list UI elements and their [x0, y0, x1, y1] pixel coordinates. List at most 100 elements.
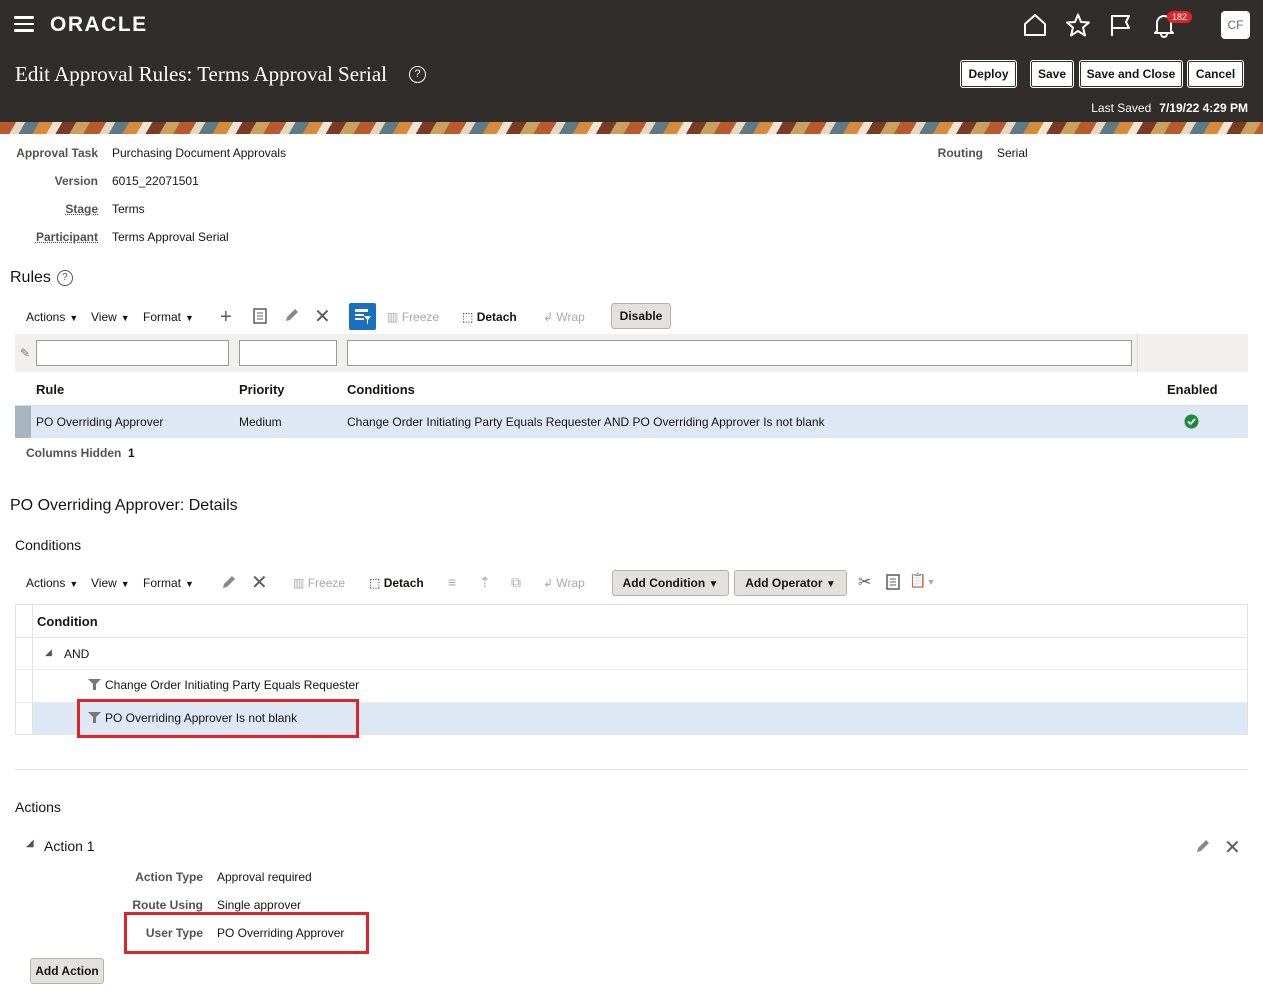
query-by-example-icon[interactable]	[349, 303, 376, 335]
conditions-detach-label: Detach	[383, 576, 424, 590]
chevron-down-icon: ▼	[120, 579, 130, 589]
wrap-icon: ↲	[543, 576, 554, 590]
add-condition-button[interactable]: Add Condition ▼	[612, 570, 729, 596]
deploy-button[interactable]: Deploy	[960, 60, 1017, 88]
clear-filter-icon[interactable]: ✎	[20, 346, 30, 360]
action-type-label: Action Type	[135, 870, 203, 884]
chevron-down-icon: ▼	[185, 313, 194, 323]
global-header: ORACLE 182 CF Edit Approval Rules: Terms…	[0, 0, 1263, 122]
wrap-icon: ↲	[543, 310, 554, 324]
disable-button[interactable]: Disable	[611, 303, 671, 329]
rules-format-menu[interactable]: Format ▼	[143, 310, 194, 324]
rules-title: Rules	[10, 269, 51, 286]
copy-icon[interactable]	[886, 574, 900, 595]
stage-label: Stage	[65, 202, 98, 216]
columns-hidden-info: Columns Hidden 1	[26, 446, 135, 460]
rules-detach-button[interactable]: ⬚ Detach	[462, 310, 517, 324]
conditions-actions-label: Actions	[26, 576, 66, 590]
edit-pencil-icon[interactable]	[284, 307, 300, 328]
notification-count-badge: 182	[1167, 11, 1193, 23]
paste-icon[interactable]: 📋▼	[909, 572, 935, 589]
help-icon[interactable]: ?	[409, 66, 426, 83]
indent-icon[interactable]: ≡	[448, 574, 456, 590]
highlight-box-user-type	[124, 912, 369, 954]
priority-filter-input[interactable]	[239, 340, 337, 366]
save-button[interactable]: Save	[1030, 60, 1074, 88]
add-condition-label: Add Condition	[622, 576, 706, 590]
home-icon[interactable]	[1022, 12, 1048, 38]
chevron-down-icon: ▼	[120, 313, 130, 323]
rules-view-label: View	[91, 310, 117, 324]
routing-value: Serial	[997, 146, 1028, 160]
cut-icon[interactable]: ✂	[858, 572, 871, 592]
group-icon[interactable]: ⧉	[511, 574, 521, 591]
edit-pencil-icon[interactable]	[1195, 838, 1211, 859]
outdent-icon[interactable]: ⇡	[479, 574, 491, 591]
rules-help-icon[interactable]: ?	[56, 270, 73, 286]
navigator-menu-icon[interactable]	[14, 16, 34, 32]
duplicate-icon[interactable]	[253, 308, 267, 329]
collapse-triangle-icon[interactable]: ◢	[45, 647, 52, 658]
conditions-view-menu[interactable]: View ▼	[91, 576, 130, 590]
row-divider	[16, 669, 1247, 670]
edit-pencil-icon[interactable]	[221, 574, 237, 595]
rules-actions-label: Actions	[26, 310, 66, 324]
rules-freeze-label: Freeze	[401, 310, 440, 324]
oracle-logo: ORACLE	[50, 13, 148, 36]
last-saved-label: Last Saved	[1091, 101, 1152, 115]
section-divider	[15, 769, 1248, 770]
watchlist-flag-icon[interactable]	[1108, 12, 1134, 38]
conditions-title: Conditions	[15, 537, 82, 553]
header-divider	[16, 637, 1247, 638]
freeze-icon: ▥	[387, 310, 399, 324]
rule-filter-input[interactable]	[36, 340, 229, 366]
add-operator-label: Add Operator	[745, 576, 823, 590]
approval-task-label: Approval Task	[16, 146, 98, 160]
row-selector[interactable]	[15, 406, 31, 438]
cancel-button[interactable]: Cancel	[1187, 60, 1244, 88]
and-operator-node[interactable]: AND	[64, 647, 89, 661]
column-header-conditions[interactable]: Conditions	[347, 382, 415, 397]
details-title: PO Overriding Approver: Details	[10, 497, 238, 514]
add-action-button[interactable]: Add Action	[30, 958, 104, 984]
detach-icon: ⬚	[462, 310, 474, 324]
conditions-actions-menu[interactable]: Actions ▼	[26, 576, 78, 590]
rules-view-menu[interactable]: View ▼	[91, 310, 130, 324]
action-1-title[interactable]: Action 1	[44, 838, 95, 854]
column-header-rule[interactable]: Rule	[36, 382, 64, 397]
participant-label: Participant	[35, 230, 98, 244]
column-header-condition[interactable]: Condition	[37, 614, 98, 629]
column-divider	[1137, 334, 1138, 372]
rules-wrap-button[interactable]: ↲ Wrap	[543, 310, 585, 324]
column-header-enabled[interactable]: Enabled	[1167, 382, 1218, 397]
chevron-down-icon: ▼	[185, 579, 194, 589]
condition-node[interactable]: Change Order Initiating Party Equals Req…	[105, 678, 359, 692]
conditions-format-menu[interactable]: Format ▼	[143, 576, 194, 590]
favorites-star-icon[interactable]	[1065, 12, 1091, 38]
collapse-triangle-icon[interactable]: ◢	[26, 838, 34, 849]
last-saved-value: 7/19/22 4:29 PM	[1159, 101, 1248, 115]
action-type-value: Approval required	[217, 870, 312, 884]
rule-cell: PO Overriding Approver	[36, 415, 164, 429]
chevron-down-icon: ▼	[926, 577, 936, 587]
add-operator-button[interactable]: Add Operator ▼	[734, 570, 847, 596]
delete-x-icon[interactable]: ✕	[251, 570, 268, 595]
column-header-priority[interactable]: Priority	[239, 382, 285, 397]
add-icon[interactable]: +	[220, 306, 232, 329]
routing-label: Routing	[937, 146, 983, 160]
conditions-filter-input[interactable]	[347, 340, 1132, 366]
conditions-wrap-button[interactable]: ↲ Wrap	[543, 576, 585, 590]
rules-freeze-button[interactable]: ▥ Freeze	[387, 310, 439, 324]
user-avatar[interactable]: CF	[1221, 11, 1250, 39]
rules-actions-menu[interactable]: Actions ▼	[26, 310, 78, 324]
conditions-format-label: Format	[143, 576, 182, 590]
delete-x-icon[interactable]: ✕	[314, 304, 331, 329]
route-using-value: Single approver	[217, 898, 302, 912]
conditions-freeze-label: Freeze	[307, 576, 346, 590]
participant-value: Terms Approval Serial	[112, 230, 229, 244]
conditions-freeze-button[interactable]: ▥ Freeze	[293, 576, 345, 590]
save-and-close-button[interactable]: Save and Close	[1079, 60, 1183, 88]
chevron-down-icon: ▼	[69, 313, 79, 323]
conditions-detach-button[interactable]: ⬚ Detach	[369, 576, 424, 590]
delete-x-icon[interactable]: ✕	[1224, 835, 1241, 860]
